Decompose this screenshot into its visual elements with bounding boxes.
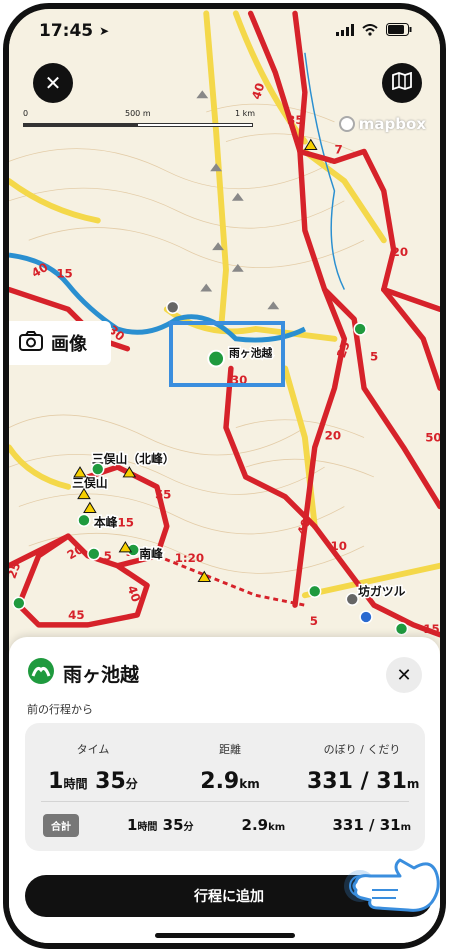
time-value: 1時間 35分 [43,769,143,794]
svg-text:1:20: 1:20 [175,551,204,565]
time-hours: 1 [48,769,64,794]
svg-text:35: 35 [287,113,303,127]
mapbox-label: mapbox [358,115,426,133]
total-distance-unit: km [268,822,286,833]
photo-button[interactable]: 画像 [9,321,111,365]
mapbox-logo-icon [338,116,355,132]
svg-text:45: 45 [68,608,84,622]
distance-number: 2.9 [200,769,240,794]
sheet-title: 雨ヶ池越 [63,664,140,686]
close-map-button[interactable]: ✕ [33,63,73,103]
status-time: 17:45 [39,21,94,41]
total-ascent-unit: m [400,822,411,833]
total-time-minutes-unit: 分 [183,822,194,833]
svg-text:本峰: 本峰 [94,515,118,529]
map-scale: 0 500 m 1 km [23,109,283,135]
svg-text:三俣山: 三俣山 [72,476,108,490]
total-row: 合計 1時間 35分 2.9km 331 / 31m [43,811,411,839]
selected-waypoint-highlight [169,321,285,387]
time-stat: タイム 1時間 35分 [43,741,143,794]
scale-bar [23,123,253,127]
total-distance: 2.9km [242,816,286,834]
svg-text:15: 15 [117,515,133,529]
svg-text:20: 20 [325,428,341,442]
sheet-subtitle: 前の行程から [27,703,93,716]
pointing-hand-icon [344,858,440,912]
total-ascent-number: 331 / 31 [332,816,401,834]
distance-stat: 距離 2.9km [185,741,275,794]
svg-text:55: 55 [155,488,171,502]
close-icon: ✕ [396,664,412,686]
svg-text:15: 15 [423,622,439,636]
ascent-unit: m [406,777,420,791]
total-time-minutes: 35 [162,816,184,834]
distance-unit: km [239,777,260,791]
close-icon: ✕ [44,71,62,95]
total-ascent: 331 / 31m [332,816,411,834]
ascent-label: のぼり / くだり [323,743,401,756]
total-time: 1時間 35分 [127,816,194,834]
svg-text:坊ガツル: 坊ガツル [358,584,405,598]
total-time-hours: 1 [127,816,138,834]
time-minutes-unit: 分 [125,777,138,791]
wifi-icon [362,21,378,41]
phone-frame: 40 35 7 20 40 15 30 25 5 30 20 50 40 55 … [3,3,446,949]
mapbox-attribution[interactable]: mapbox [338,115,426,133]
ascent-stat: のぼり / くだり 331 / 31m [307,741,420,794]
svg-text:10: 10 [331,539,347,553]
svg-text:5: 5 [310,614,318,628]
time-minutes: 35 [95,769,126,794]
distance-label: 距離 [219,743,241,756]
total-time-hours-unit: 時間 [137,822,158,833]
stats-divider [41,801,409,802]
time-label: タイム [76,743,110,756]
svg-text:7: 7 [334,142,342,156]
svg-text:三俣山（北峰）: 三俣山（北峰） [92,452,175,466]
pass-icon [27,657,55,690]
time-hours-unit: 時間 [63,777,88,791]
camera-icon [19,330,43,356]
signal-icon [336,21,354,41]
svg-text:15: 15 [56,267,72,281]
svg-text:南峰: 南峰 [139,547,163,561]
sheet-header: 雨ヶ池越 [27,657,139,690]
stats-card: タイム 1時間 35分 距離 2.9km のぼり / くだり 331 / 31m… [25,723,425,851]
ascent-value: 331 / 31m [307,769,420,794]
status-bar: 17:45 ➤ [9,9,440,53]
photo-label: 画像 [51,334,87,355]
svg-text:5: 5 [370,350,378,364]
map-style-button[interactable] [382,63,422,103]
sheet-close-button[interactable]: ✕ [386,657,422,693]
svg-text:5: 5 [104,549,112,563]
location-arrow-icon: ➤ [99,24,110,38]
svg-text:50: 50 [425,430,440,444]
distance-value: 2.9km [185,769,275,794]
map-icon [392,71,412,94]
battery-icon [386,21,412,41]
svg-text:20: 20 [392,245,408,259]
home-indicator [155,933,295,938]
scale-label-0: 0 [23,109,29,118]
ascent-number: 331 / 31 [307,769,407,794]
total-distance-number: 2.9 [241,816,269,834]
scale-label-1km: 1 km [235,109,256,118]
total-badge: 合計 [43,813,79,837]
scale-label-500m: 500 m [125,109,151,118]
